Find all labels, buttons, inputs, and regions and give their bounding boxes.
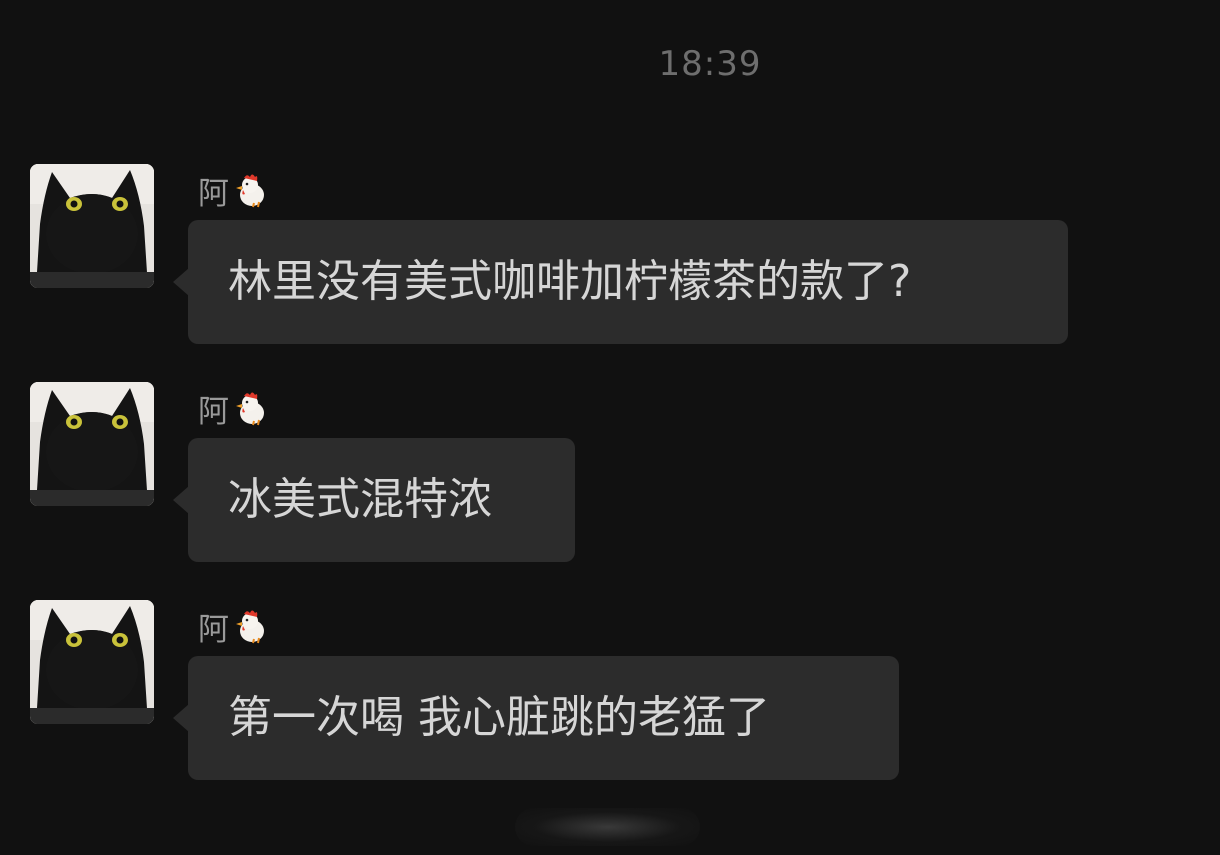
message-bubble[interactable]: 林里没有美式咖啡加柠檬茶的款了? <box>173 220 1068 344</box>
timestamp-row: 18:39 <box>0 44 1220 84</box>
message-bubble[interactable]: 第一次喝 我心脏跳的老猛了 <box>173 656 899 780</box>
avatar[interactable] <box>30 164 154 288</box>
sender-name: 阿 <box>198 606 269 648</box>
sender-name: 阿 <box>198 170 269 212</box>
sender-name: 阿 <box>198 388 269 430</box>
rooster-emoji-icon <box>236 610 264 644</box>
avatar[interactable] <box>30 382 154 506</box>
rooster-emoji-icon <box>236 174 264 208</box>
blurred-region <box>515 808 700 846</box>
chat-timestamp: 18:39 <box>658 44 762 84</box>
cat-avatar-icon <box>30 600 154 724</box>
rooster-emoji-icon <box>236 392 264 426</box>
message-text: 林里没有美式咖啡加柠檬茶的款了? <box>228 256 912 307</box>
message-bubble[interactable]: 冰美式混特浓 <box>173 438 575 562</box>
sender-label: 阿 <box>198 175 229 212</box>
message-text: 第一次喝 我心脏跳的老猛了 <box>228 692 770 743</box>
avatar[interactable] <box>30 600 154 724</box>
cat-avatar-icon <box>30 164 154 288</box>
sender-label: 阿 <box>198 393 229 430</box>
cat-avatar-icon <box>30 382 154 506</box>
message-text: 冰美式混特浓 <box>228 474 492 525</box>
sender-label: 阿 <box>198 611 229 648</box>
